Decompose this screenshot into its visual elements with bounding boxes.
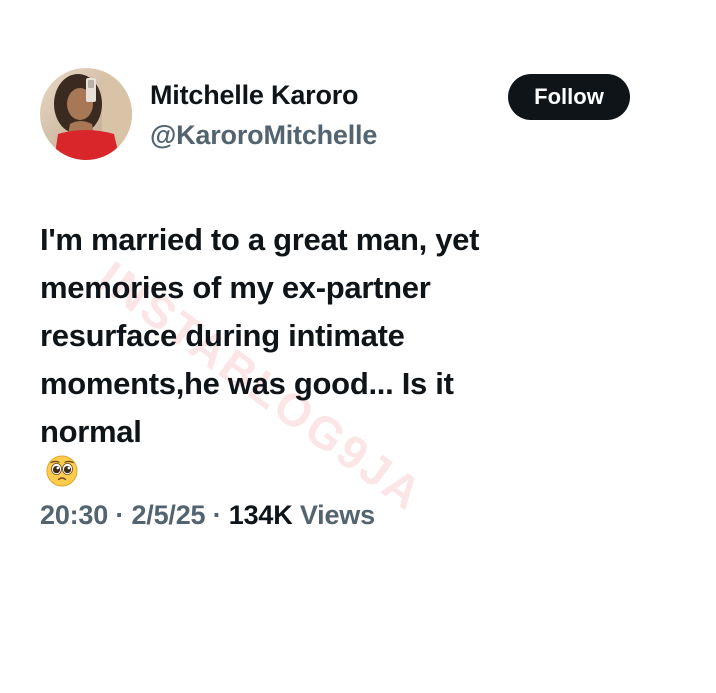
tweet-text-line: moments,he was good... Is it [40, 366, 454, 401]
tweet-metadata: 20:30 · 2/5/25 · 134K Views [40, 500, 375, 531]
tweet-time[interactable]: 20:30 [40, 500, 108, 530]
avatar[interactable] [40, 68, 132, 160]
username-handle[interactable]: @KaroroMitchelle [150, 120, 377, 151]
tweet-text-line-last: normal [40, 408, 600, 504]
views-label: Views [299, 500, 375, 530]
tweet-text-line: resurface during intimate [40, 318, 405, 353]
tweet-text-line: normal [40, 414, 142, 449]
display-name[interactable]: Mitchelle Karoro [150, 80, 359, 111]
tweet-date[interactable]: 2/5/25 [131, 500, 205, 530]
profile-photo [40, 68, 132, 160]
tweet-text-line: memories of my ex-partner [40, 270, 431, 305]
tweet-screenshot: Mitchelle Karoro @KaroroMitchelle Follow… [0, 0, 716, 693]
pleading-face-icon [46, 453, 600, 501]
tweet-text: I'm married to a great man, yet memories… [40, 216, 600, 504]
views-count[interactable]: 134K [229, 500, 293, 530]
tweet-text-line: I'm married to a great man, yet [40, 222, 480, 257]
meta-separator: · [115, 500, 125, 530]
meta-separator: · [212, 500, 222, 530]
follow-button[interactable]: Follow [508, 74, 630, 120]
